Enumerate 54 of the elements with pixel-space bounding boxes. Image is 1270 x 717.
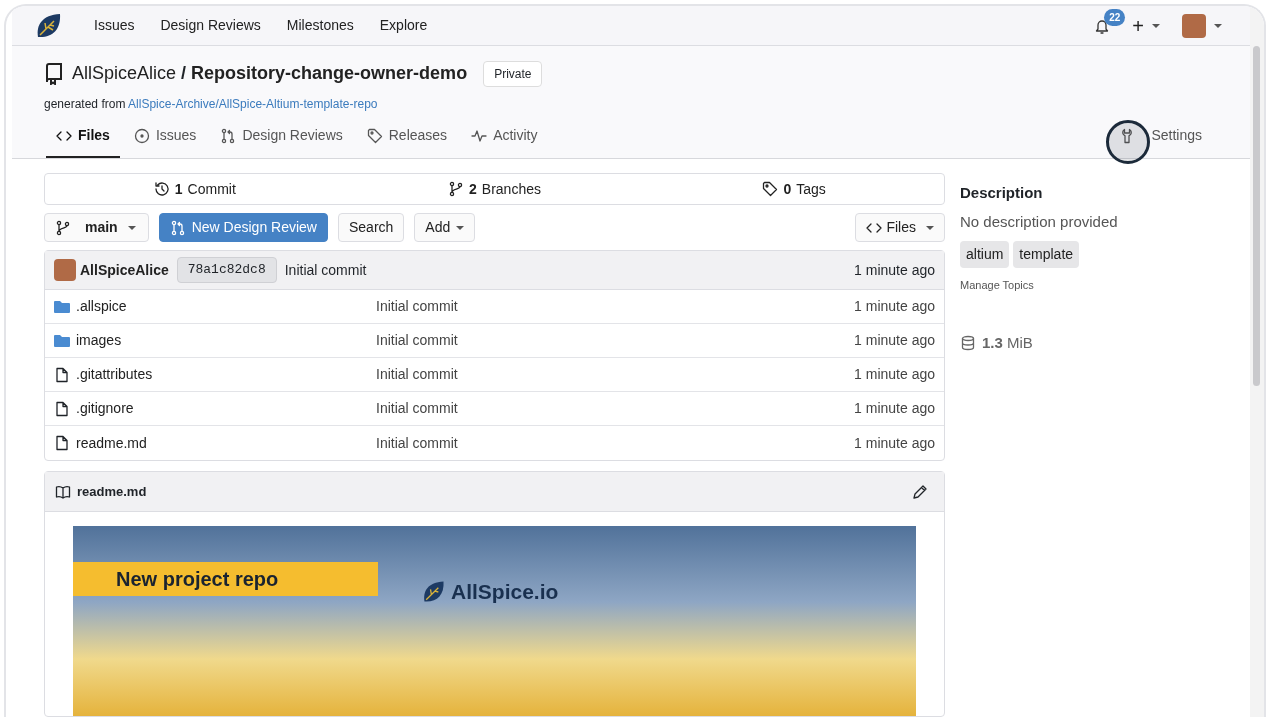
commit-message: Initial commit: [376, 400, 458, 416]
tab[interactable]: Issues: [123, 117, 207, 158]
commit-message: Initial commit: [376, 298, 458, 314]
nav-link[interactable]: Design Reviews: [160, 15, 261, 36]
tag-count-link[interactable]: 0 Tags: [644, 178, 944, 200]
file-link[interactable]: .gitattributes: [76, 364, 153, 385]
tab[interactable]: Activity: [461, 117, 548, 158]
banner-headline: New project repo: [73, 562, 379, 596]
commit-time: 1 minute ago: [854, 331, 935, 350]
visibility-label: Private: [483, 60, 543, 87]
tab[interactable]: Files: [46, 117, 120, 158]
repo-owner-link[interactable]: AllSpiceAlice: [72, 63, 177, 83]
tab[interactable]: Design Reviews: [210, 117, 353, 158]
nav-link[interactable]: Explore: [379, 15, 428, 36]
nav-link[interactable]: Milestones: [286, 15, 354, 36]
description-text: No description provided: [960, 211, 1119, 232]
topic-tag[interactable]: altium: [960, 241, 1010, 268]
commit-count-link[interactable]: 1 Commit: [45, 178, 345, 200]
banner-logo-text: AllSpice.io: [451, 579, 559, 605]
commit-message: Initial commit: [284, 260, 367, 280]
branch-dropdown[interactable]: main: [44, 213, 149, 242]
file-link[interactable]: readme.md: [76, 432, 147, 454]
files-dropdown[interactable]: Files: [855, 213, 945, 242]
commit-message: Initial commit: [376, 366, 458, 382]
template-repo-link[interactable]: AllSpice-Archive/AllSpice-Altium-template-repo: [128, 97, 378, 111]
notification-count: 22: [1104, 8, 1126, 26]
generated-from-label: generated from: [44, 97, 126, 111]
commit-time: 1 minute ago: [854, 297, 935, 316]
description-heading: Description: [960, 183, 1044, 203]
topic-tag[interactable]: template: [1013, 241, 1080, 268]
tab[interactable]: Releases: [356, 117, 458, 158]
search-button[interactable]: Search: [337, 213, 405, 242]
add-dropdown[interactable]: Add: [414, 213, 476, 242]
manage-topics-link[interactable]: Manage Topics: [960, 279, 1034, 291]
commit-sha[interactable]: 78a1c82dc8: [176, 257, 277, 283]
commit-message: Initial commit: [376, 332, 458, 348]
commit-message: Initial commit: [376, 434, 458, 451]
repo-name-link[interactable]: Repository-change-owner-demo: [191, 63, 468, 83]
tab[interactable]: Settings: [1109, 117, 1212, 158]
create-menu-button[interactable]: +: [1132, 15, 1160, 36]
commit-time: 1 minute ago: [854, 365, 935, 384]
commit-time: 1 minute ago: [854, 260, 935, 280]
file-link[interactable]: .gitignore: [76, 398, 134, 419]
commit-author-link[interactable]: AllSpiceAlice: [80, 259, 169, 281]
repo-size: 1.3 MiB: [982, 332, 1033, 353]
commit-time: 1 minute ago: [854, 433, 935, 453]
nav-link[interactable]: Issues: [94, 15, 135, 36]
branch-count-link[interactable]: 2 Branches: [344, 178, 645, 200]
commit-time: 1 minute ago: [854, 399, 935, 418]
readme-title: readme.md: [77, 482, 147, 501]
path-separator: /: [181, 63, 187, 83]
folder-link[interactable]: .allspice: [76, 296, 127, 317]
folder-link[interactable]: images: [76, 330, 122, 351]
new-design-review-button[interactable]: New Design Review: [158, 213, 328, 242]
